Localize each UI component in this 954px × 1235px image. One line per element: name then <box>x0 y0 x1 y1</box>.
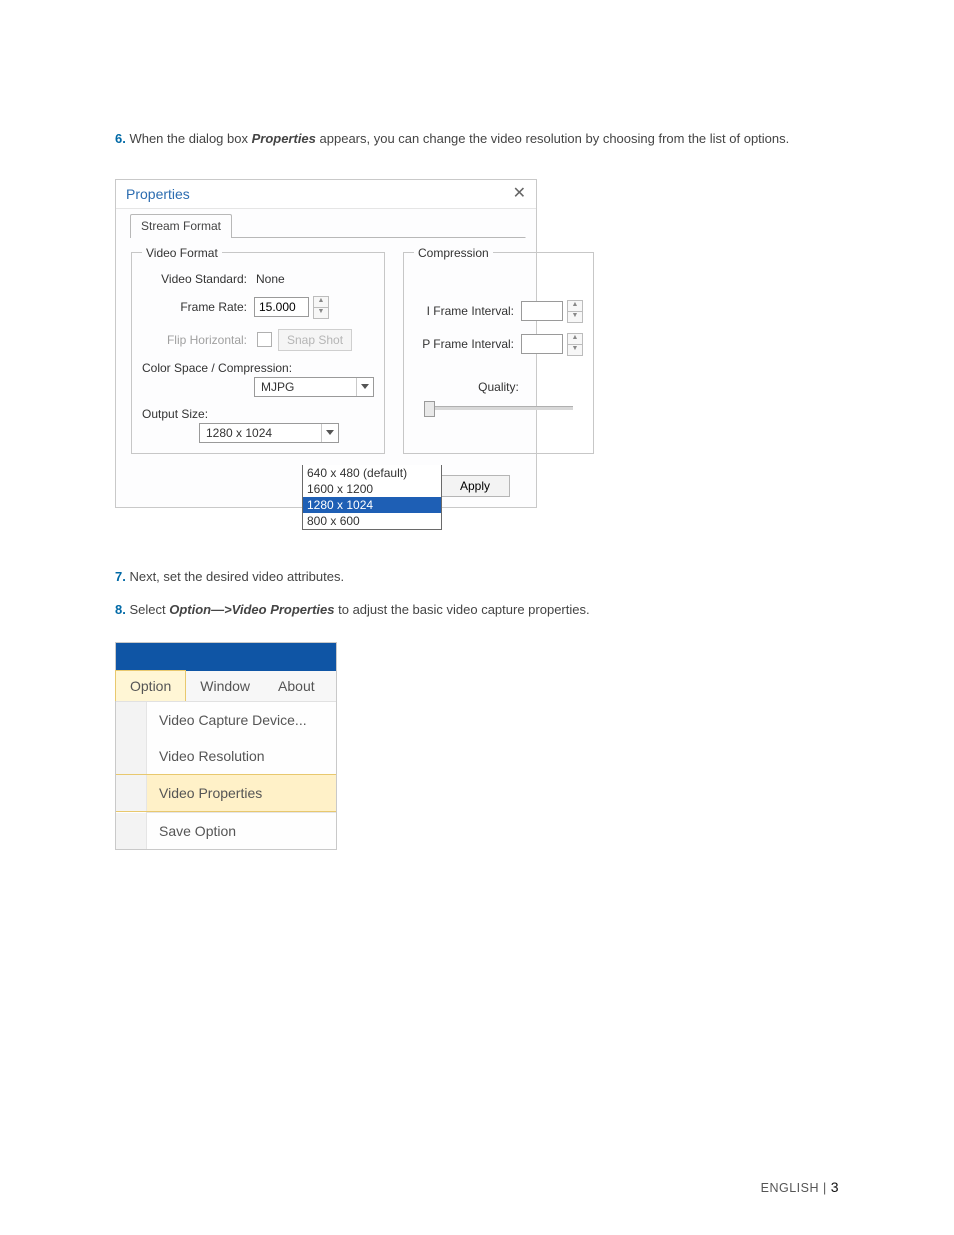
i-frame-spinner[interactable]: ▲ ▼ <box>567 300 583 323</box>
properties-dialog: Properties ✕ Stream Format Video Format … <box>115 179 537 508</box>
chevron-down-icon[interactable]: ▼ <box>567 345 583 356</box>
step-text: Next, set the desired video attributes. <box>126 569 344 584</box>
footer-page: 3 <box>831 1179 839 1195</box>
page-footer: ENGLISH | 3 <box>761 1179 839 1195</box>
menu-about[interactable]: About <box>264 671 329 701</box>
output-size-label: Output Size: <box>142 407 215 421</box>
snap-shot-button[interactable]: Snap Shot <box>278 329 352 351</box>
footer-sep: | <box>819 1181 831 1195</box>
output-size-option[interactable]: 640 x 480 (default) <box>303 465 441 481</box>
step-number: 6. <box>115 131 126 146</box>
option-menu-screenshot: Option Window About Video Capture Device… <box>115 642 337 850</box>
chevron-down-icon[interactable]: ▼ <box>567 312 583 323</box>
apply-button[interactable]: Apply <box>440 475 510 497</box>
chevron-up-icon[interactable]: ▲ <box>567 333 583 345</box>
output-size-option[interactable]: 800 x 600 <box>303 513 441 529</box>
menu-option[interactable]: Option <box>115 670 186 701</box>
p-frame-label: P Frame Interval: <box>414 337 521 351</box>
color-space-label: Color Space / Compression: <box>142 361 299 375</box>
menu-item-icon <box>116 738 147 774</box>
group-video-format: Video Format Video Standard: None Frame … <box>131 246 385 454</box>
menu-item-icon <box>116 813 147 849</box>
menu-item-resolution[interactable]: Video Resolution <box>116 738 336 774</box>
chevron-up-icon[interactable]: ▲ <box>313 296 329 308</box>
chevron-down-icon[interactable] <box>356 378 373 396</box>
menu-item-icon <box>116 702 147 738</box>
window-titlebar <box>116 643 336 671</box>
color-space-select[interactable]: MJPG <box>254 377 374 397</box>
flip-horizontal-checkbox[interactable] <box>257 332 272 347</box>
i-frame-label: I Frame Interval: <box>414 304 521 318</box>
frame-rate-label: Frame Rate: <box>142 300 254 314</box>
menu-dropdown: Video Capture Device... Video Resolution… <box>116 702 336 849</box>
menu-item-icon <box>116 775 147 811</box>
output-size-select[interactable]: 1280 x 1024 <box>199 423 339 443</box>
p-frame-spinner[interactable]: ▲ ▼ <box>567 333 583 356</box>
quality-label: Quality: <box>424 380 573 394</box>
chevron-down-icon[interactable]: ▼ <box>313 308 329 319</box>
step-number: 8. <box>115 602 126 617</box>
p-frame-input[interactable] <box>521 334 563 354</box>
menu-item-save[interactable]: Save Option <box>116 813 336 849</box>
slider-thumb[interactable] <box>424 401 435 417</box>
group-compression-legend: Compression <box>414 246 493 260</box>
quality-slider[interactable] <box>424 400 573 416</box>
group-compression: Compression I Frame Interval: ▲ ▼ P Fram <box>403 246 594 454</box>
step-text-pre: Select <box>126 602 169 617</box>
video-standard-value: None <box>254 272 285 286</box>
output-size-option[interactable]: 1280 x 1024 <box>303 497 441 513</box>
step-text-post: to adjust the basic video capture proper… <box>335 602 590 617</box>
i-frame-input[interactable] <box>521 301 563 321</box>
chevron-up-icon[interactable]: ▲ <box>567 300 583 312</box>
frame-rate-spinner[interactable]: ▲ ▼ <box>313 296 329 319</box>
color-space-value: MJPG <box>261 380 294 394</box>
footer-lang: ENGLISH <box>761 1181 819 1195</box>
output-size-value: 1280 x 1024 <box>206 426 272 440</box>
menu-item-properties[interactable]: Video Properties <box>116 774 336 812</box>
step-8: 8. Select Option—>Video Properties to ad… <box>115 601 839 620</box>
step-bold: Option—>Video Properties <box>169 602 334 617</box>
step-number: 7. <box>115 569 126 584</box>
menu-item-capture[interactable]: Video Capture Device... <box>116 702 336 738</box>
step-bold: Properties <box>252 131 316 146</box>
flip-horizontal-label: Flip Horizontal: <box>142 333 254 347</box>
menu-bar: Option Window About <box>116 671 336 702</box>
step-text-post: appears, you can change the video resolu… <box>316 131 789 146</box>
tab-stream-format[interactable]: Stream Format <box>130 214 232 238</box>
chevron-down-icon[interactable] <box>321 424 338 442</box>
frame-rate-input[interactable] <box>254 297 309 317</box>
dialog-body: Stream Format Video Format Video Standar… <box>116 209 536 507</box>
step-7: 7. Next, set the desired video attribute… <box>115 568 839 587</box>
output-size-option[interactable]: 1600 x 1200 <box>303 481 441 497</box>
step-6: 6. When the dialog box Properties appear… <box>115 130 839 149</box>
close-icon[interactable]: ✕ <box>513 186 526 202</box>
menu-window[interactable]: Window <box>186 671 264 701</box>
video-standard-label: Video Standard: <box>142 272 254 286</box>
group-video-format-legend: Video Format <box>142 246 222 260</box>
dialog-title: Properties <box>126 186 190 202</box>
dialog-titlebar: Properties ✕ <box>116 180 536 209</box>
step-text-pre: When the dialog box <box>126 131 252 146</box>
output-size-options: 640 x 480 (default) 1600 x 1200 1280 x 1… <box>302 465 442 530</box>
